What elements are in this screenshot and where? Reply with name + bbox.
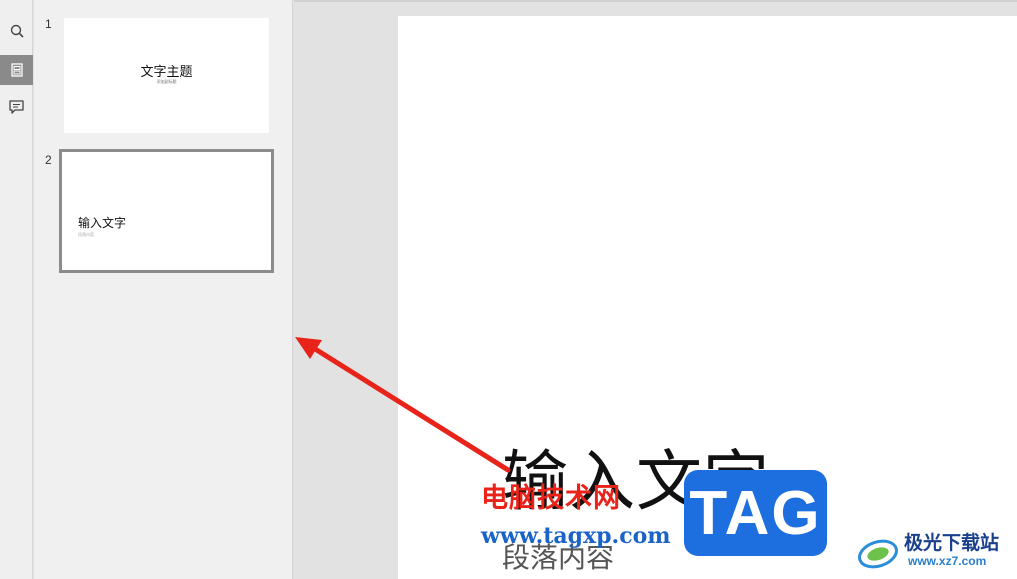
- thumbnail-subtitle: 段落内容: [78, 232, 94, 237]
- corner-site-name: 极光下载站: [904, 532, 1000, 554]
- thumbnail-title: 输入文字: [78, 216, 127, 230]
- watermark-tag-logo: TAG: [684, 470, 827, 556]
- watermark-corner: 极光下载站 www.xz7.com: [856, 528, 1017, 579]
- thumbnail-subtitle: 添加副标题: [156, 79, 177, 84]
- slides-panel-button[interactable]: [0, 55, 33, 85]
- presentation-app: 1 文字主题 添加副标题 2 输入文字 段落内容 输入文字 段落内容 电脑技术网…: [0, 0, 1017, 579]
- slide-thumbnail-2[interactable]: 输入文字 段落内容: [59, 149, 274, 273]
- slides-icon: [10, 63, 23, 77]
- corner-site-url: www.xz7.com: [908, 554, 987, 568]
- comment-icon: [9, 100, 24, 114]
- search-icon: [10, 24, 24, 38]
- corner-logo-icon: [858, 539, 898, 569]
- editor-divider: [294, 0, 1017, 2]
- slide-editor: 输入文字 段落内容: [294, 0, 1017, 579]
- slide-thumbnails-panel: 1 文字主题 添加副标题 2 输入文字 段落内容: [34, 0, 293, 579]
- slide-number: 1: [45, 17, 52, 31]
- search-button[interactable]: [0, 16, 33, 46]
- slide-thumbnail-1[interactable]: 文字主题 添加副标题: [64, 18, 269, 133]
- watermark-site-name: 电脑技术网: [481, 483, 621, 514]
- comments-button[interactable]: [0, 92, 33, 122]
- watermark-url: www.tagxp.com: [481, 523, 671, 549]
- left-tool-rail: [0, 0, 33, 579]
- slide-number: 2: [45, 153, 52, 167]
- thumbnail-title: 文字主题: [140, 65, 193, 80]
